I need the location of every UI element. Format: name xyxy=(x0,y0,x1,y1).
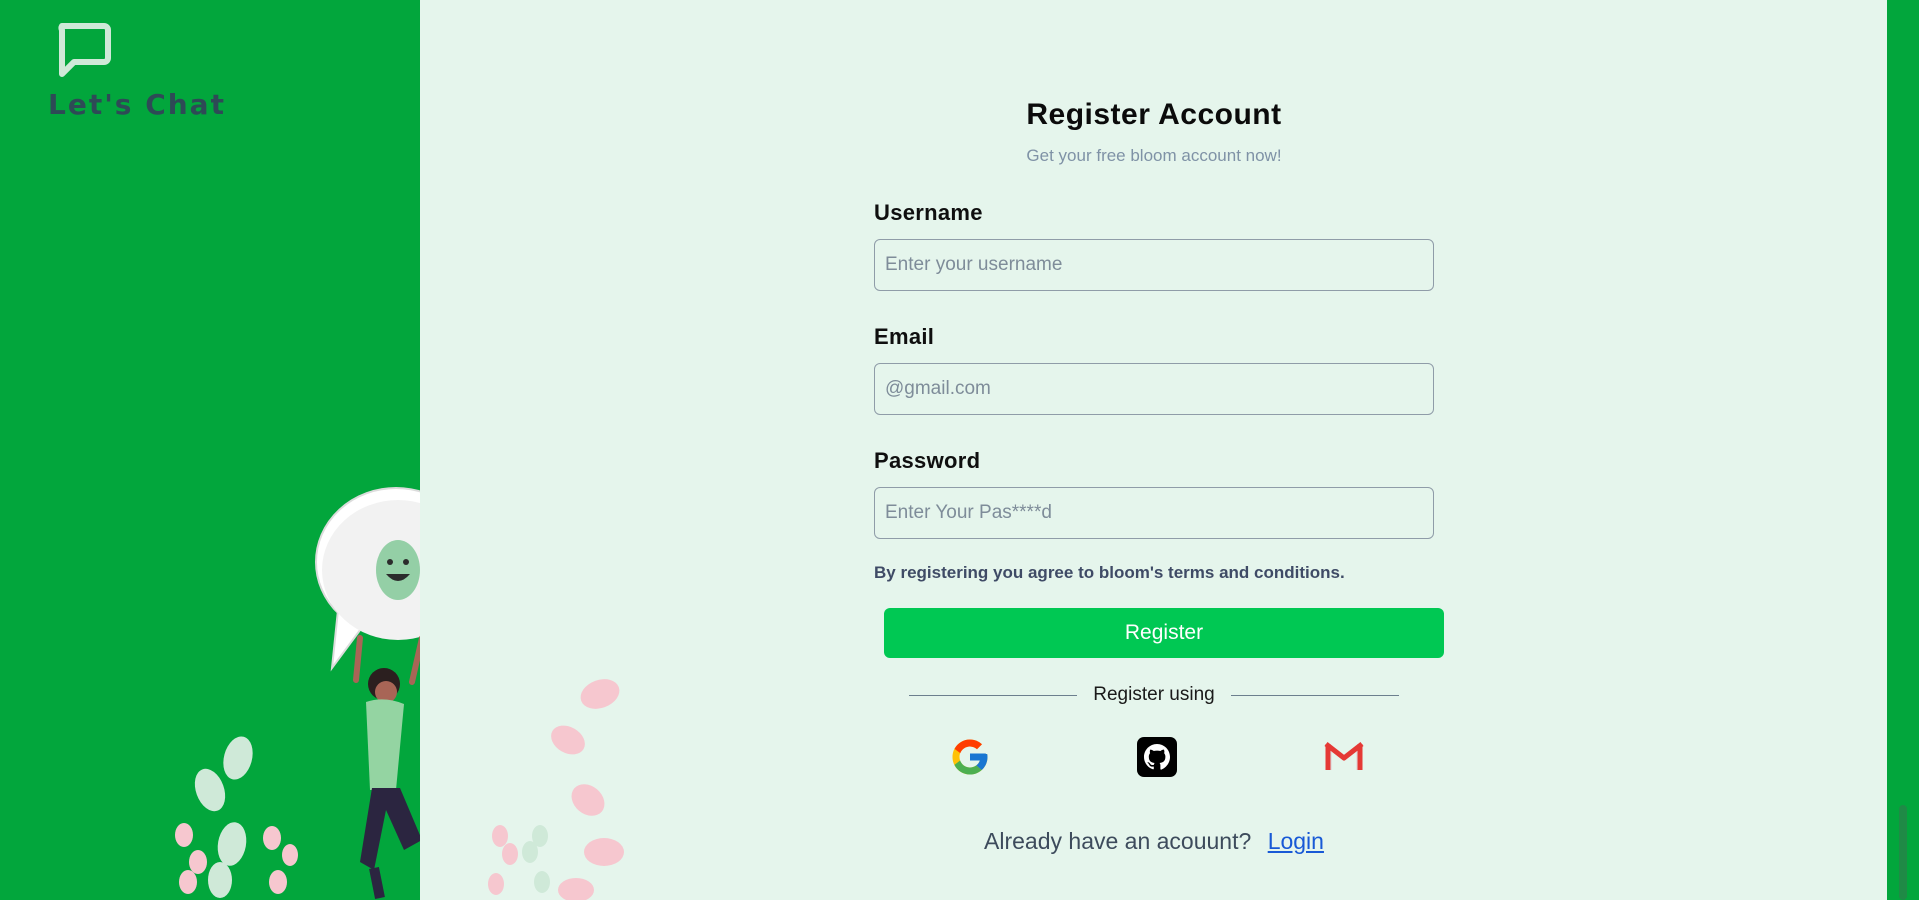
google-button[interactable] xyxy=(949,736,991,778)
username-label: Username xyxy=(874,200,983,225)
register-form: Register Account Get your free bloom acc… xyxy=(874,96,1444,855)
email-label: Email xyxy=(874,324,935,349)
scrollbar-thumb[interactable] xyxy=(1899,805,1907,900)
social-login-row xyxy=(943,736,1365,778)
username-input[interactable] xyxy=(874,239,1434,291)
login-row: Already have an acouunt? Login xyxy=(874,828,1434,855)
email-input[interactable] xyxy=(874,363,1434,415)
divider-line-right xyxy=(1230,694,1399,696)
gmail-button[interactable] xyxy=(1323,736,1365,778)
register-button[interactable]: Register xyxy=(884,608,1444,658)
page-subtitle: Get your free bloom account now! xyxy=(1026,146,1282,165)
divider: Register using xyxy=(874,684,1434,706)
login-link[interactable]: Login xyxy=(1268,828,1324,854)
page-title: Register Account xyxy=(1026,98,1282,131)
chat-bubble-icon xyxy=(58,23,111,77)
scrollbar-track[interactable] xyxy=(1887,0,1919,900)
brand-name: Let's Chat xyxy=(48,88,226,121)
divider-line-left xyxy=(909,694,1078,696)
github-icon xyxy=(1137,737,1177,777)
password-label: Password xyxy=(874,448,981,473)
google-icon xyxy=(952,739,988,775)
gmail-icon xyxy=(1324,742,1364,770)
github-button[interactable] xyxy=(1136,736,1178,778)
password-input[interactable] xyxy=(874,487,1434,539)
login-prompt: Already have an acouunt? xyxy=(984,828,1252,854)
terms-text: By registering you agree to bloom's term… xyxy=(874,563,1345,582)
petals-illustration xyxy=(488,679,624,900)
brand: Let's Chat xyxy=(48,22,226,121)
divider-text: Register using xyxy=(1093,684,1215,705)
